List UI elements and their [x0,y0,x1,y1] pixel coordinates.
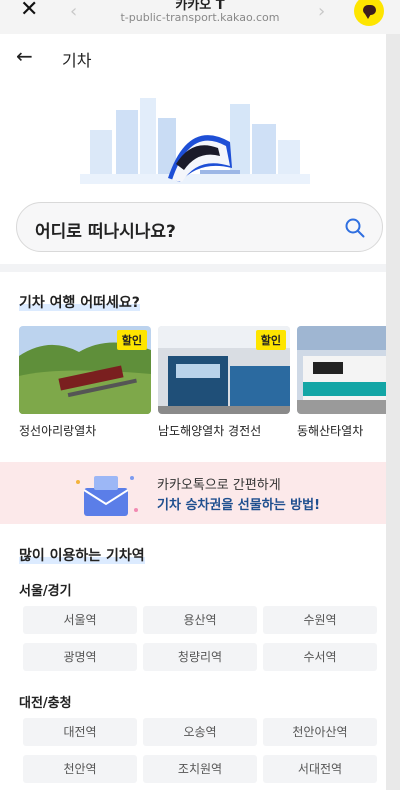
trip-card-image: 할인 [19,326,151,414]
discount-badge: 할인 [255,330,286,350]
station-button[interactable]: 서대전역 [263,755,377,783]
page-url: t-public-transport.kakao.com [120,11,280,24]
banner-line-2: 기차 승차권을 선물하는 방법! [157,498,321,513]
station-button[interactable]: 천안역 [23,755,137,783]
popular-title-text: 많이 이용하는 기차역 [19,548,145,564]
nav-forward-icon[interactable]: › [318,1,325,22]
station-button[interactable]: 조치원역 [143,755,257,783]
discount-badge: 할인 [116,330,147,350]
station-button[interactable]: 오송역 [143,718,257,746]
search-icon[interactable] [344,217,366,239]
region-label: 대전/충청 [19,696,72,711]
trips-title-text: 기차 여행 어떠세요? [19,295,140,311]
popular-stations-title: 많이 이용하는 기차역 [19,545,145,565]
page: ← 기차 어디로 떠나시나요? 기차 여행 어떠세요? 할인 정선아리랑열차 할… [0,34,386,790]
back-arrow-icon[interactable]: ← [16,44,33,68]
station-button[interactable]: 광명역 [23,643,137,671]
search-placeholder: 어디로 떠나시나요? [35,222,176,242]
banner-line-1: 카카오톡으로 간편하게 [157,478,281,493]
trip-card[interactable]: 할인 남도해양열차 경전선 [158,326,290,439]
trips-section-title: 기차 여행 어떠세요? [19,292,140,312]
train-city-illustration [80,98,310,184]
trip-card[interactable]: 할인 동해산타열차 [297,326,386,439]
station-button[interactable]: 대전역 [23,718,137,746]
station-button[interactable]: 수원역 [263,606,377,634]
trip-card-name: 동해산타열차 [297,424,364,438]
trip-card-image: 할인 [297,326,386,414]
gift-envelope-icon [76,476,138,516]
trip-card[interactable]: 할인 정선아리랑열차 [19,326,151,439]
region-label: 서울/경기 [19,584,72,599]
section-divider [0,264,386,272]
gift-ticket-banner[interactable]: 카카오톡으로 간편하게 기차 승차권을 선물하는 방법! [0,462,386,524]
search-box[interactable]: 어디로 떠나시나요? [16,202,383,252]
trip-card-name: 남도해양열차 경전선 [158,424,262,438]
station-button[interactable]: 용산역 [143,606,257,634]
page-header: ← 기차 [0,34,386,80]
station-button[interactable]: 천안아산역 [263,718,377,746]
trip-card-name: 정선아리랑열차 [19,424,97,438]
station-button[interactable]: 서울역 [23,606,137,634]
station-button[interactable]: 수서역 [263,643,377,671]
trip-card-image: 할인 [158,326,290,414]
station-button[interactable]: 청량리역 [143,643,257,671]
trip-card-list[interactable]: 할인 정선아리랑열차 할인 남도해양열차 경전선 동해산타열차 [19,326,386,438]
top-bar: ✕ ‹ 카카오 T t-public-transport.kakao.com › [0,0,400,34]
page-title: 기차 [62,51,92,70]
